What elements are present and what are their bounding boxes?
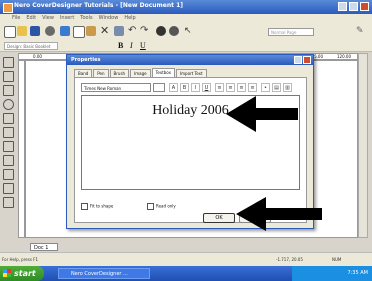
status-bar: For Help, press F1 -1.717, 20.05 NUM (0, 252, 372, 266)
menu-bar: File Edit View Insert Tools Window Help (0, 14, 372, 23)
justify-icon[interactable]: ≡ (248, 83, 257, 92)
taskbar-app-item[interactable]: Nero CoverDesigner ... (58, 268, 150, 279)
copy-icon[interactable] (73, 26, 85, 38)
left-toolbox (2, 54, 16, 234)
fit-to-shape-box[interactable] (81, 203, 88, 210)
line-tool-icon[interactable] (3, 71, 14, 82)
zoom-out-icon[interactable] (169, 26, 179, 36)
read-only-checkbox[interactable]: Read only (147, 203, 176, 210)
status-num-lock: NUM (332, 257, 342, 262)
layer-tool-icon[interactable] (3, 197, 14, 208)
dialog-title: Properties (71, 57, 101, 63)
menu-insert[interactable]: Insert (60, 14, 74, 23)
dialog-title-bar: Properties (67, 55, 313, 65)
ruler-label-b: 120.00 (337, 54, 351, 59)
system-tray: 7:35 AM (292, 266, 372, 281)
menu-tools[interactable]: Tools (80, 14, 92, 23)
copy-format-icon[interactable]: ▤ (272, 83, 281, 92)
polygon-tool-icon[interactable] (3, 113, 14, 124)
maximize-button[interactable] (349, 2, 358, 11)
menu-view[interactable]: View (42, 14, 54, 23)
zoom-in-icon[interactable] (156, 26, 166, 36)
ellipse-tool-icon[interactable] (3, 99, 14, 110)
start-label: start (14, 269, 36, 278)
image-tool-icon[interactable] (3, 155, 14, 166)
window-title: Nero CoverDesigner Tutorials - [New Docu… (14, 2, 184, 9)
italic-icon[interactable]: I (130, 41, 133, 50)
main-toolbar: ✕ ↶ ↷ ↖ Normal Page ✎ (0, 23, 372, 42)
arrow-pointer-ok-icon (236, 197, 322, 231)
fit-to-shape-checkbox[interactable]: Fit to shape (81, 203, 113, 210)
clipboard-icon[interactable] (114, 26, 124, 36)
font-color-icon[interactable]: A (169, 83, 178, 92)
format-toolbar: Design: Basic Booklet B I U (0, 41, 372, 52)
menu-window[interactable]: Window (99, 14, 119, 23)
underline-icon[interactable]: U (140, 41, 146, 50)
dialog-help-button[interactable] (294, 56, 302, 64)
read-only-label: Read only (156, 203, 176, 209)
italic-format-icon[interactable]: I (191, 83, 200, 92)
undo-icon[interactable]: ↶ (128, 26, 138, 36)
align-center-icon[interactable]: ≡ (226, 83, 235, 92)
bold-format-icon[interactable]: B (180, 83, 189, 92)
rectangle-tool-icon[interactable] (3, 85, 14, 96)
paste-icon[interactable] (86, 26, 96, 36)
align-right-icon[interactable]: ≡ (237, 83, 246, 92)
save-icon[interactable] (30, 26, 40, 36)
font-size-select[interactable] (153, 83, 165, 92)
menu-file[interactable]: File (12, 14, 20, 23)
delete-icon[interactable]: ✕ (100, 25, 110, 36)
menu-help[interactable]: Help (124, 14, 135, 23)
font-select[interactable]: Times New Roman (81, 83, 151, 92)
menu-edit[interactable]: Edit (26, 14, 36, 23)
dialog-close-button[interactable] (303, 56, 311, 64)
table-tool-icon[interactable] (3, 183, 14, 194)
arrow-pointer-text-icon (226, 96, 298, 132)
pointer-tool-icon[interactable] (3, 57, 14, 68)
bullets-icon[interactable]: • (261, 83, 270, 92)
paste-format-icon[interactable]: ▥ (283, 83, 292, 92)
help-icon[interactable]: ↖ (184, 26, 194, 36)
text-tool-icon[interactable] (3, 127, 14, 138)
page-view-select[interactable]: Normal Page (268, 28, 314, 36)
underline-format-icon[interactable]: U (202, 83, 211, 92)
print-icon[interactable] (45, 26, 55, 36)
vertical-ruler (18, 60, 25, 238)
design-select[interactable]: Design: Basic Booklet (4, 42, 58, 50)
start-button[interactable]: start (0, 266, 44, 281)
status-help-text: For Help, press F1 (2, 257, 39, 262)
windows-logo-icon (3, 269, 11, 277)
field-tool-icon[interactable] (3, 169, 14, 180)
fit-to-shape-label: Fit to shape (90, 203, 114, 209)
bold-icon[interactable]: B (118, 41, 123, 50)
vertical-scrollbar[interactable] (358, 53, 368, 238)
title-bar: Nero CoverDesigner Tutorials - [New Docu… (0, 0, 372, 14)
redo-icon[interactable]: ↷ (140, 26, 150, 36)
close-button[interactable] (360, 2, 369, 11)
document-tab[interactable]: Doc 1 (30, 243, 58, 251)
align-left-icon[interactable]: ≡ (215, 83, 224, 92)
clock: 7:35 AM (347, 270, 368, 276)
read-only-box[interactable] (147, 203, 154, 210)
textbox-tool-icon[interactable] (3, 141, 14, 152)
pen-icon[interactable]: ✎ (356, 26, 366, 36)
ok-button[interactable]: OK (203, 213, 235, 223)
ruler-label-left: 0.00 (33, 54, 42, 59)
taskbar: start Nero CoverDesigner ... 7:35 AM (0, 266, 372, 281)
cut-icon[interactable] (60, 26, 70, 36)
status-coordinates: -1.717, 20.05 (276, 257, 303, 262)
minimize-button[interactable] (338, 2, 347, 11)
new-file-icon[interactable] (4, 26, 16, 38)
app-icon (3, 3, 13, 13)
open-folder-icon[interactable] (17, 26, 27, 36)
